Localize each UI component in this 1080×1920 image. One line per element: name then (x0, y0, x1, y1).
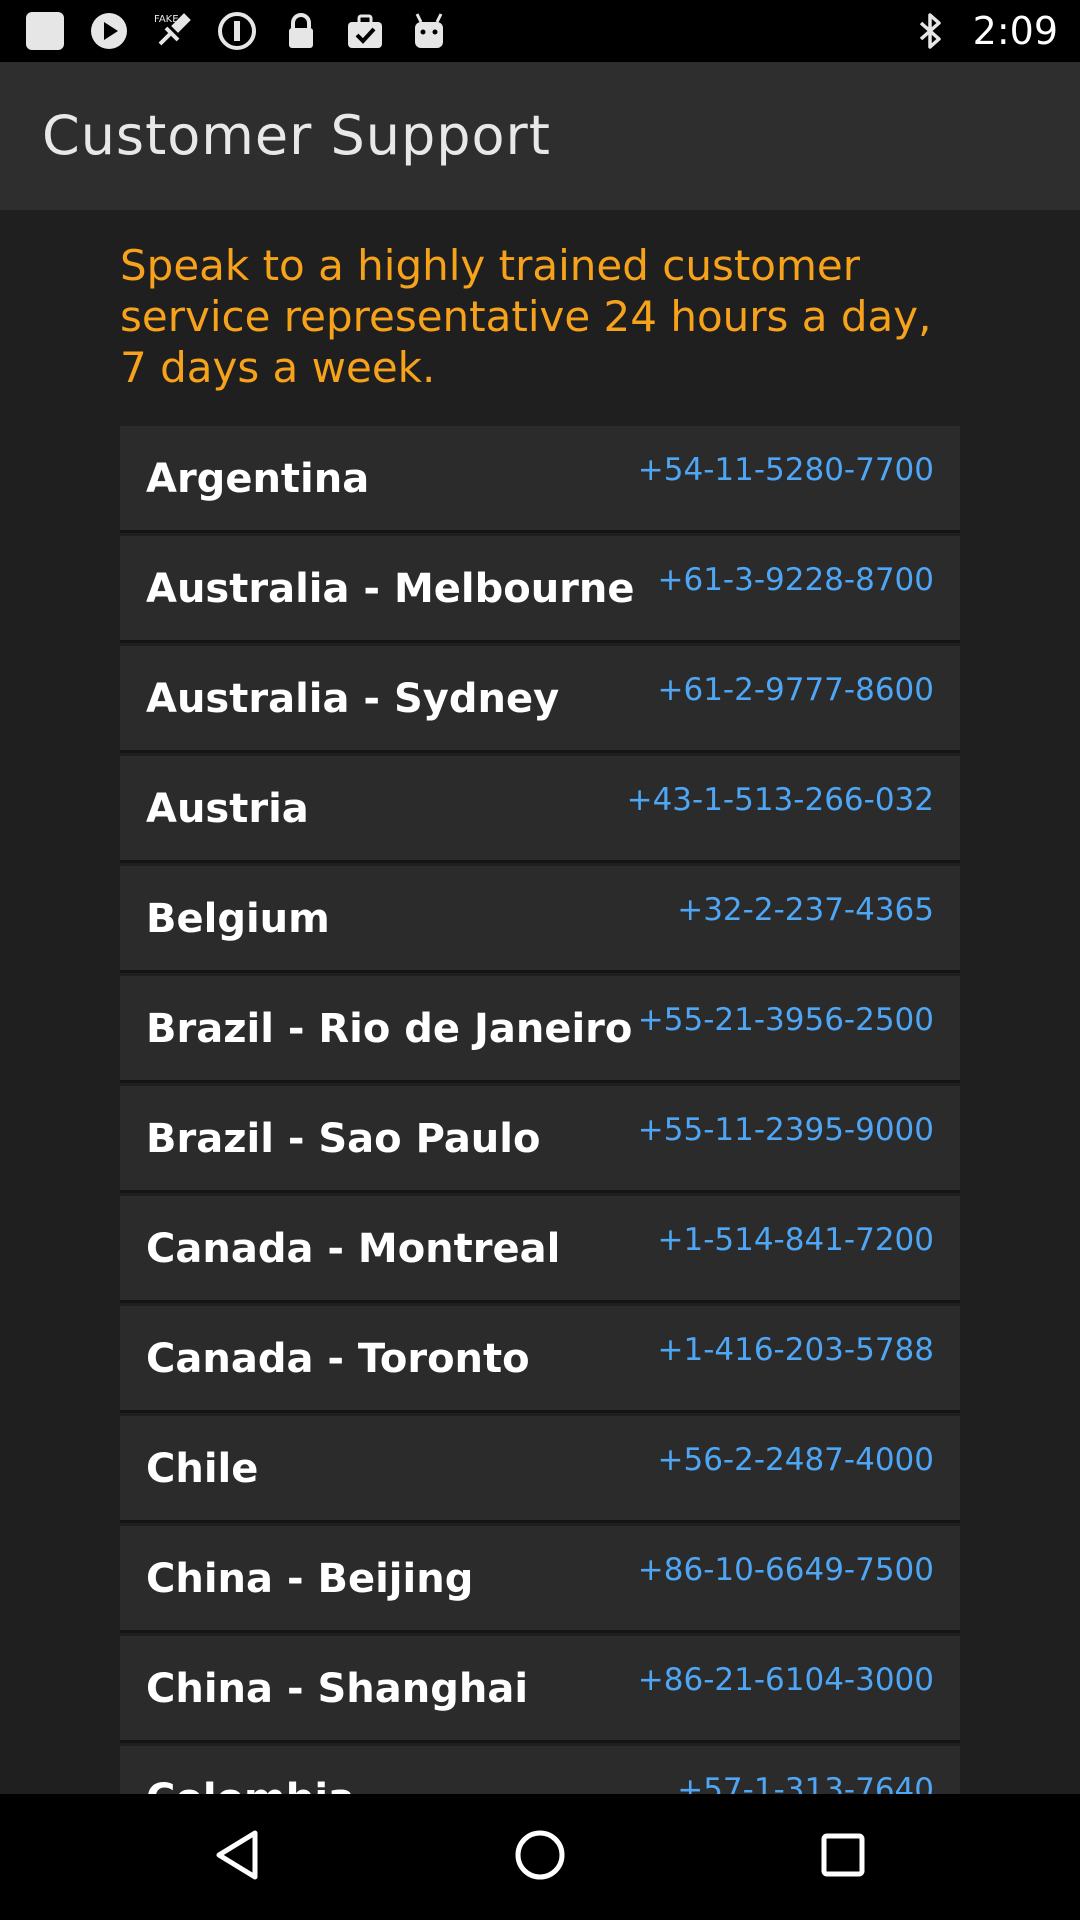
list-item: Chile +56-2-2487-4000 (120, 1416, 960, 1523)
page-title: Customer Support (42, 104, 551, 167)
phone-link[interactable]: +32-2-237-4365 (677, 892, 934, 928)
list-item: China - Beijing +86-10-6649-7500 (120, 1526, 960, 1633)
phone-link[interactable]: +86-10-6649-7500 (638, 1552, 934, 1588)
status-bar: FAKE 2:09 (0, 0, 1080, 62)
back-button[interactable] (202, 1822, 272, 1892)
lock-icon (280, 10, 322, 52)
app-bar: Customer Support (0, 62, 1080, 210)
list-item: Brazil - Rio de Janeiro +55-21-3956-2500 (120, 976, 960, 1083)
list-item: Belgium +32-2-237-4365 (120, 866, 960, 973)
country-label: Australia - Melbourne (146, 566, 635, 612)
briefcase-check-icon (344, 10, 386, 52)
phone-link[interactable]: +61-3-9228-8700 (658, 562, 935, 598)
phone-link[interactable]: +55-21-3956-2500 (638, 1002, 934, 1038)
phone-link[interactable]: +43-1-513-266-032 (627, 782, 934, 818)
country-label: Brazil - Rio de Janeiro (146, 1006, 633, 1052)
contact-list: Argentina +54-11-5280-7700 Australia - M… (120, 426, 960, 1794)
country-label: Argentina (146, 456, 370, 502)
list-item: Colombia +57-1-313-7640 (120, 1746, 960, 1794)
home-button[interactable] (505, 1822, 575, 1892)
country-label: Belgium (146, 896, 330, 942)
country-label: Colombia (146, 1776, 355, 1794)
bluetooth-icon (909, 10, 951, 52)
country-label: Canada - Toronto (146, 1336, 530, 1382)
recents-icon (820, 1832, 866, 1882)
list-item: Austria +43-1-513-266-032 (120, 756, 960, 863)
phone-link[interactable]: +57-1-313-7640 (677, 1772, 934, 1794)
list-item: Canada - Toronto +1-416-203-5788 (120, 1306, 960, 1413)
phone-link[interactable]: +1-514-841-7200 (658, 1222, 935, 1258)
list-item: Canada - Montreal +1-514-841-7200 (120, 1196, 960, 1303)
country-label: China - Beijing (146, 1556, 474, 1602)
system-status: 2:09 (909, 8, 1058, 54)
play-icon (88, 10, 130, 52)
country-label: Chile (146, 1446, 259, 1492)
list-item: Brazil - Sao Paulo +55-11-2395-9000 (120, 1086, 960, 1193)
recents-button[interactable] (808, 1822, 878, 1892)
clock: 2:09 (972, 9, 1058, 53)
fake-gps-icon: FAKE (152, 10, 194, 52)
phone-link[interactable]: +1-416-203-5788 (658, 1332, 935, 1368)
navigation-bar (0, 1794, 1080, 1920)
country-label: China - Shanghai (146, 1666, 529, 1712)
phone-link[interactable]: +56-2-2487-4000 (658, 1442, 935, 1478)
country-label: Austria (146, 786, 309, 832)
phone-link[interactable]: +61-2-9777-8600 (658, 672, 935, 708)
country-label: Australia - Sydney (146, 676, 560, 722)
country-label: Canada - Montreal (146, 1226, 561, 1272)
back-icon (213, 1829, 261, 1885)
android-icon (408, 10, 450, 52)
list-item: Australia - Melbourne +61-3-9228-8700 (120, 536, 960, 643)
circle-i-icon (216, 10, 258, 52)
home-icon (514, 1829, 566, 1885)
notification-icons: FAKE (24, 10, 450, 52)
app-icon (24, 10, 66, 52)
phone-link[interactable]: +55-11-2395-9000 (638, 1112, 934, 1148)
country-label: Brazil - Sao Paulo (146, 1116, 541, 1162)
phone-link[interactable]: +54-11-5280-7700 (638, 452, 934, 488)
intro-text: Speak to a highly trained customer servi… (120, 241, 932, 392)
phone-link[interactable]: +86-21-6104-3000 (638, 1662, 934, 1698)
list-item: China - Shanghai +86-21-6104-3000 (120, 1636, 960, 1743)
content-scroll[interactable]: Speak to a highly trained customer servi… (0, 210, 1080, 1794)
list-item: Argentina +54-11-5280-7700 (120, 426, 960, 533)
list-item: Australia - Sydney +61-2-9777-8600 (120, 646, 960, 753)
